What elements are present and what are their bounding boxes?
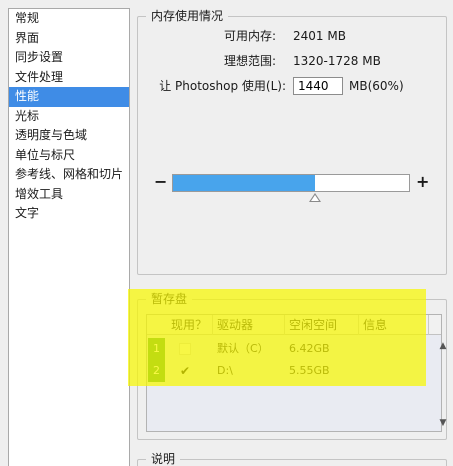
available-memory-value: 2401 MB <box>293 29 346 43</box>
ideal-range-value: 1320-1728 MB <box>293 54 381 68</box>
description-title: 说明 <box>146 451 181 466</box>
ideal-range-row: 理想范围: 1320-1728 MB <box>138 52 446 70</box>
memory-allocation-row: 让 Photoshop 使用(L): MB(60%) <box>138 77 446 95</box>
decrease-icon[interactable]: − <box>154 174 167 190</box>
active-checkbox[interactable]: ✔ <box>179 365 191 377</box>
sidebar-item[interactable]: 常规 <box>9 9 129 29</box>
sidebar-item[interactable]: 单位与标尺 <box>9 146 129 166</box>
sidebar-item[interactable]: 同步设置 <box>9 48 129 68</box>
ideal-range-label: 理想范围: <box>223 54 276 68</box>
sidebar-item[interactable]: 参考线、网格和切片 <box>9 165 129 185</box>
free-space-cell: 5.55GB <box>289 364 330 377</box>
memory-usage-title: 内存使用情况 <box>146 8 229 24</box>
memory-slider-thumb[interactable] <box>308 193 321 202</box>
free-space-cell: 6.42GB <box>289 342 330 355</box>
scratch-disk-table: 现用？ 驱动器 空闲空间 信息 1 默认（C） 6.42GB 2 ✔ D:\ 5… <box>146 314 446 432</box>
memory-allocation-suffix: MB(60%) <box>349 79 404 93</box>
column-active: 现用？ <box>167 315 213 335</box>
table-header: 现用？ 驱动器 空闲空间 信息 <box>147 315 441 335</box>
memory-usage-group: 内存使用情况 可用内存: 2401 MB 理想范围: 1320-1728 MB … <box>137 8 447 275</box>
sidebar-item[interactable]: 性能 <box>9 87 129 107</box>
column-free-space: 空闲空间 <box>285 315 359 335</box>
drive-cell: D:\ <box>217 364 233 377</box>
description-group: 说明 <box>137 451 447 466</box>
sidebar-item[interactable]: 文件处理 <box>9 68 129 88</box>
sidebar-item[interactable]: 光标 <box>9 107 129 127</box>
drive-cell: 默认（C） <box>217 342 269 355</box>
arrow-up-icon[interactable]: ▲ <box>437 340 449 352</box>
sidebar-item[interactable]: 文字 <box>9 204 129 224</box>
active-checkbox[interactable] <box>179 343 191 355</box>
memory-slider-track[interactable] <box>172 174 410 192</box>
memory-slider-fill <box>173 175 315 191</box>
row-number: 2 <box>148 360 165 382</box>
sidebar-item[interactable]: 透明度与色域 <box>9 126 129 146</box>
memory-allocation-input[interactable] <box>293 77 343 95</box>
available-memory-row: 可用内存: 2401 MB <box>138 27 446 45</box>
scratch-disk-group: 暂存盘 现用？ 驱动器 空闲空间 信息 1 默认（C） 6.42GB 2 ✔ D… <box>137 291 447 440</box>
sidebar-item[interactable]: 界面 <box>9 29 129 49</box>
table-row[interactable]: 1 默认（C） 6.42GB <box>147 338 441 360</box>
available-memory-label: 可用内存: <box>223 29 276 43</box>
increase-icon[interactable]: + <box>416 174 429 190</box>
memory-allocation-label: 让 Photoshop 使用(L): <box>159 79 286 93</box>
row-number: 1 <box>148 338 165 360</box>
column-info: 信息 <box>359 315 429 335</box>
column-drive: 驱动器 <box>213 315 285 335</box>
scratch-disk-title: 暂存盘 <box>146 291 193 307</box>
table-row[interactable]: 2 ✔ D:\ 5.55GB <box>147 360 441 382</box>
arrow-down-icon[interactable]: ▼ <box>437 417 449 429</box>
sidebar-item[interactable]: 增效工具 <box>9 185 129 205</box>
preferences-category-list: 常规 界面 同步设置 文件处理 性能 光标 透明度与色域 单位与标尺 参考线、网格和切片 增效工具… <box>8 8 130 466</box>
